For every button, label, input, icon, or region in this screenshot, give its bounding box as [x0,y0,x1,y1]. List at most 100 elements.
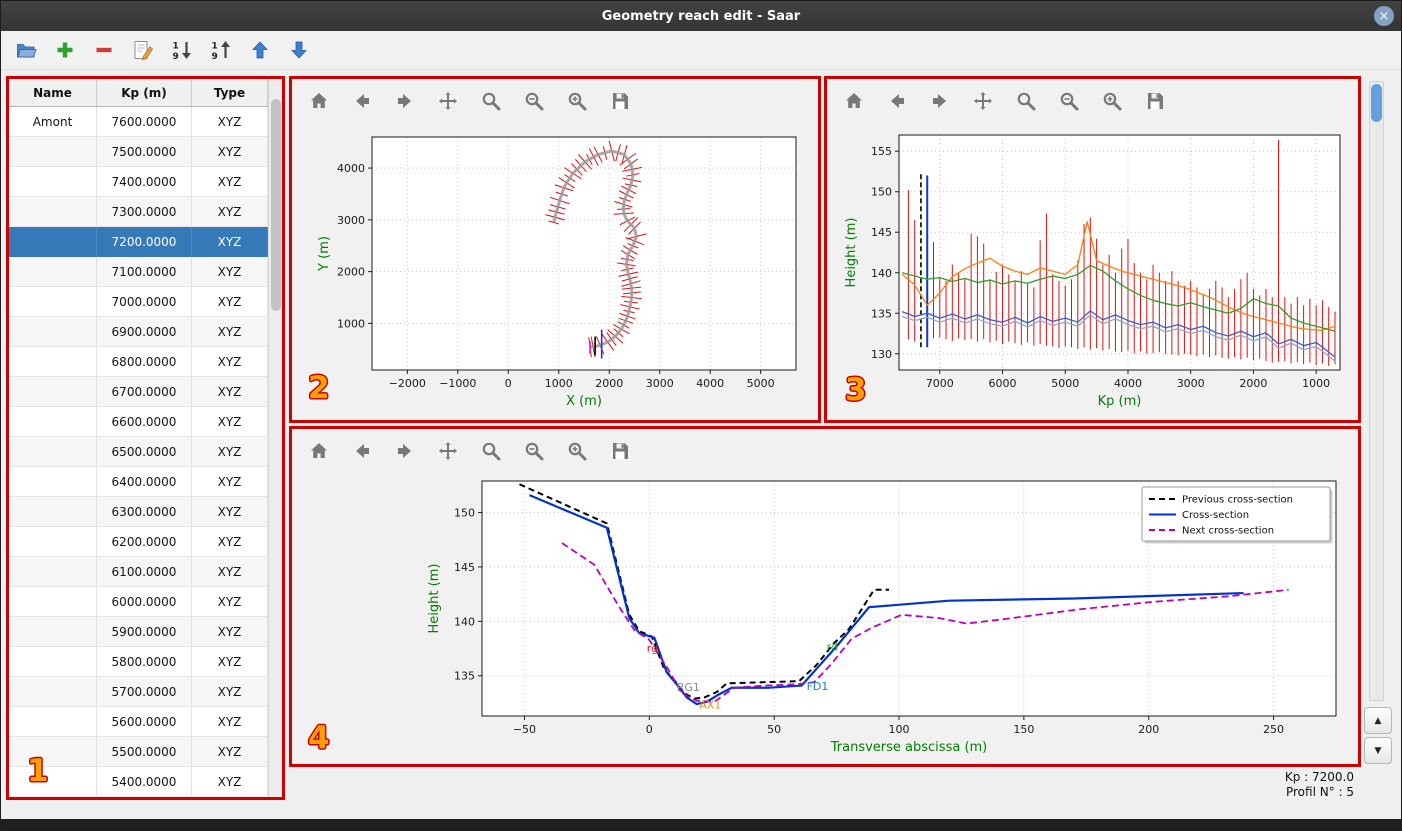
cell-type[interactable]: XYZ [192,227,268,257]
cell-type[interactable]: XYZ [192,527,268,557]
save-icon[interactable] [1141,87,1169,115]
cell-type[interactable]: XYZ [192,407,268,437]
cell-kp[interactable]: 6300.0000 [97,497,192,527]
table-scrollbar[interactable] [268,79,282,797]
zoom-out-icon[interactable] [520,87,548,115]
cell-type[interactable]: XYZ [192,137,268,167]
cell-type[interactable]: XYZ [192,377,268,407]
open-file-icon[interactable] [13,37,39,63]
save-icon[interactable] [606,87,634,115]
table-row[interactable]: 6800.0000 XYZ [9,347,268,377]
cell-type[interactable]: XYZ [192,437,268,467]
pan-icon[interactable] [434,437,462,465]
cell-kp[interactable]: 6500.0000 [97,437,192,467]
zoom-in-icon[interactable] [563,437,591,465]
cell-kp[interactable]: 6900.0000 [97,317,192,347]
pan-icon[interactable] [434,87,462,115]
cell-name[interactable] [9,527,97,557]
cell-name[interactable] [9,677,97,707]
cell-kp[interactable]: 6700.0000 [97,377,192,407]
profile-down-button[interactable]: ▼ [1364,737,1392,764]
cell-name[interactable] [9,137,97,167]
cell-name[interactable] [9,437,97,467]
remove-cross-section-icon[interactable] [91,37,117,63]
cell-kp[interactable]: 7600.0000 [97,107,192,137]
cell-type[interactable]: XYZ [192,647,268,677]
cell-type[interactable]: XYZ [192,467,268,497]
cell-kp[interactable]: 7100.0000 [97,257,192,287]
zoom-icon[interactable] [477,87,505,115]
cell-name[interactable] [9,587,97,617]
table-row[interactable]: 6400.0000 XYZ [9,467,268,497]
zoom-in-icon[interactable] [563,87,591,115]
cell-kp[interactable]: 5900.0000 [97,617,192,647]
table-scrollbar-thumb[interactable] [271,99,281,311]
cell-type[interactable]: XYZ [192,587,268,617]
cell-type[interactable]: XYZ [192,767,268,797]
cell-type[interactable]: XYZ [192,317,268,347]
home-icon[interactable] [840,87,868,115]
table-row[interactable]: 6200.0000 XYZ [9,527,268,557]
move-down-icon[interactable] [286,37,312,63]
sort-descending-icon[interactable]: 19 [169,37,195,63]
table-row[interactable]: 5600.0000 XYZ [9,707,268,737]
table-row[interactable]: Amont 7600.0000 XYZ [9,107,268,137]
zoom-icon[interactable] [1012,87,1040,115]
table-row[interactable]: 6700.0000 XYZ [9,377,268,407]
table-row[interactable]: 6900.0000 XYZ [9,317,268,347]
cell-name[interactable] [9,407,97,437]
cell-name[interactable] [9,707,97,737]
cell-type[interactable]: XYZ [192,707,268,737]
zoom-icon[interactable] [477,437,505,465]
table-row[interactable]: 5700.0000 XYZ [9,677,268,707]
cell-name[interactable] [9,197,97,227]
vertical-scrollbar[interactable] [1369,81,1384,701]
add-cross-section-icon[interactable] [52,37,78,63]
column-header-type[interactable]: Type [192,79,268,106]
table-row[interactable]: 7200.0000 XYZ [9,227,268,257]
table-row[interactable]: 7000.0000 XYZ [9,287,268,317]
cell-kp[interactable]: 6100.0000 [97,557,192,587]
cell-kp[interactable]: 7500.0000 [97,137,192,167]
forward-icon[interactable] [391,437,419,465]
cell-kp[interactable]: 5600.0000 [97,707,192,737]
zoom-out-icon[interactable] [520,437,548,465]
back-icon[interactable] [883,87,911,115]
cell-type[interactable]: XYZ [192,617,268,647]
cell-name[interactable] [9,377,97,407]
edit-cross-section-icon[interactable] [130,37,156,63]
column-header-kp[interactable]: Kp (m) [97,79,192,106]
cell-type[interactable]: XYZ [192,347,268,377]
table-row[interactable]: 7400.0000 XYZ [9,167,268,197]
cell-name[interactable] [9,347,97,377]
profile-up-button[interactable]: ▲ [1364,707,1392,734]
table-row[interactable]: 5800.0000 XYZ [9,647,268,677]
cell-name[interactable] [9,617,97,647]
table-row[interactable]: 6500.0000 XYZ [9,437,268,467]
forward-icon[interactable] [391,87,419,115]
cell-kp[interactable]: 5500.0000 [97,737,192,767]
column-header-name[interactable]: Name [9,79,97,106]
cell-name[interactable] [9,167,97,197]
zoom-out-icon[interactable] [1055,87,1083,115]
cell-kp[interactable]: 6200.0000 [97,527,192,557]
cell-name[interactable] [9,467,97,497]
cell-name[interactable] [9,767,97,797]
cell-name[interactable]: Amont [9,107,97,137]
pan-icon[interactable] [969,87,997,115]
table-row[interactable]: 7300.0000 XYZ [9,197,268,227]
cell-name[interactable] [9,737,97,767]
zoom-in-icon[interactable] [1098,87,1126,115]
cell-type[interactable]: XYZ [192,677,268,707]
cell-kp[interactable]: 6400.0000 [97,467,192,497]
cell-kp[interactable]: 7200.0000 [97,227,192,257]
cell-name[interactable] [9,317,97,347]
cell-kp[interactable]: 6600.0000 [97,407,192,437]
home-icon[interactable] [305,437,333,465]
back-icon[interactable] [348,437,376,465]
forward-icon[interactable] [926,87,954,115]
table-row[interactable]: 6100.0000 XYZ [9,557,268,587]
cell-name[interactable] [9,227,97,257]
back-icon[interactable] [348,87,376,115]
close-button[interactable]: × [1374,6,1394,26]
